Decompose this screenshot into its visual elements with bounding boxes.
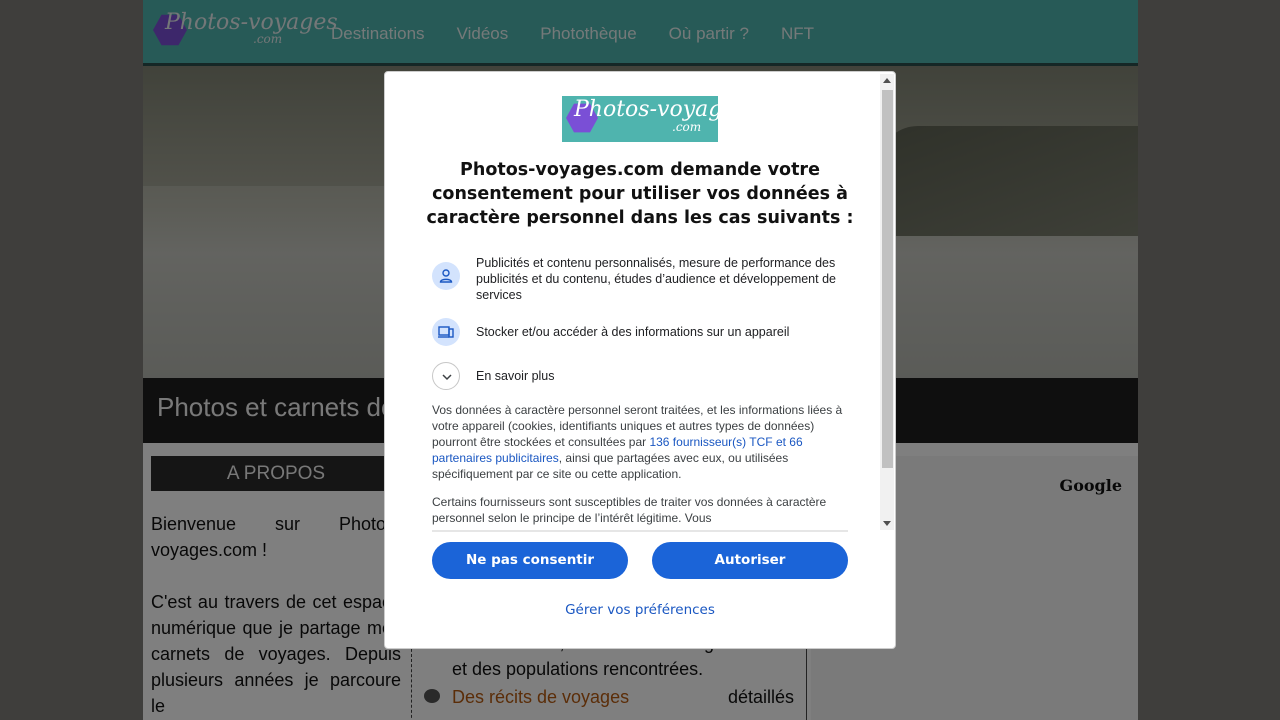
chevron-down-icon[interactable] xyxy=(432,362,460,390)
dialog-logo-sub: .com xyxy=(672,120,702,134)
consent-title: Photos-voyages.com demande votre consent… xyxy=(426,160,854,228)
manage-preferences-link[interactable]: Gérer vos préférences xyxy=(385,602,895,618)
do-not-consent-button[interactable]: Ne pas consentir xyxy=(432,542,628,579)
dialog-logo-text: Photos-voyages xyxy=(574,97,747,122)
consent-body-2: Certains fournisseurs sont susceptibles … xyxy=(432,495,827,525)
dialog-scrollbar[interactable] xyxy=(880,74,894,530)
scrollbar-thumb[interactable] xyxy=(882,90,893,468)
consent-dialog: Photos-voyages .com Photos-voyages.com d… xyxy=(384,71,896,649)
scroll-fade-divider xyxy=(432,530,848,532)
consent-scroll-area[interactable]: Photos-voyages .com Photos-voyages.com d… xyxy=(385,72,895,532)
allow-button[interactable]: Autoriser xyxy=(652,542,848,579)
person-icon xyxy=(432,262,460,290)
dialog-logo: Photos-voyages .com xyxy=(562,96,747,142)
purpose-ads-label: Publicités et contenu personnalisés, mes… xyxy=(476,256,836,302)
devices-icon xyxy=(432,318,460,346)
learn-more-label[interactable]: En savoir plus xyxy=(476,368,555,384)
purpose-storage-label: Stocker et/ou accéder à des informations… xyxy=(476,325,790,339)
consent-body-1: Vos données à caractère personnel seront… xyxy=(432,402,848,482)
scroll-down-arrow-icon[interactable] xyxy=(883,521,891,526)
scroll-up-arrow-icon[interactable] xyxy=(883,78,891,83)
